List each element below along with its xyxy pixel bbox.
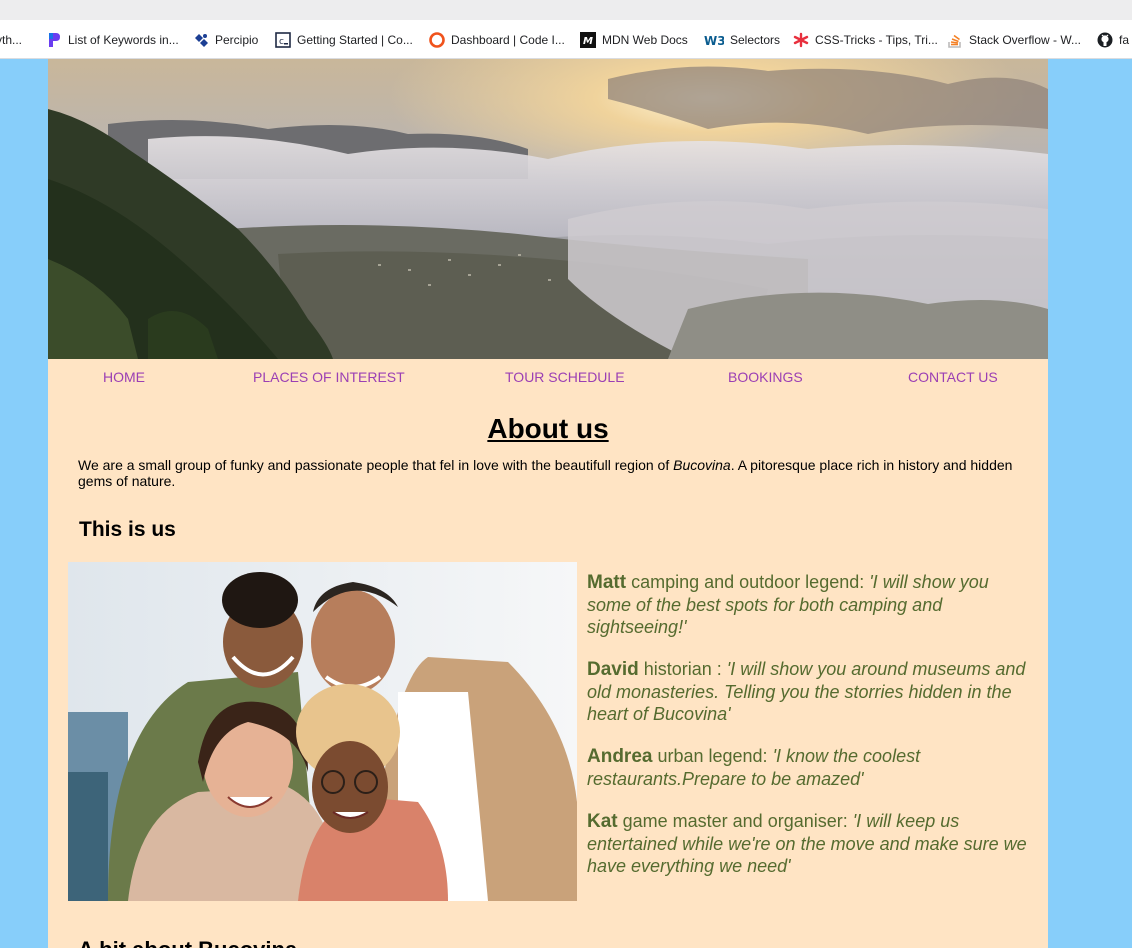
team-member-matt: Matt camping and outdoor legend: 'I will… [587,571,1027,638]
bookmark-selectors[interactable]: W3 Selectors [704,31,780,49]
member-role: game master and organiser: [617,811,853,831]
main-navigation: HOME PLACES OF INTEREST TOUR SCHEDULE BO… [48,359,1048,395]
bookmark-p-icon [46,32,62,48]
github-icon [1097,32,1113,48]
bookmark-label: MDN Web Docs [602,33,688,47]
dashboard-icon [429,32,445,48]
bookmark-github[interactable]: fa [1097,31,1129,49]
bookmark-stackoverflow[interactable]: Stack Overflow - W... [947,31,1081,49]
bookmark-getting-started[interactable]: c Getting Started | Co... [275,31,413,49]
hero-banner-image [48,59,1048,359]
team-member-david: David historian : 'I will show you aroun… [587,658,1027,725]
bookmark-label: Percipio [215,33,259,47]
nav-tour-schedule-link[interactable]: TOUR SCHEDULE [505,369,625,385]
nav-contact-us-link[interactable]: CONTACT US [908,369,998,385]
svg-text:W3: W3 [704,34,724,47]
w3schools-icon: W3 [704,32,724,48]
member-role: historian : [638,659,727,679]
region-name: Bucovina [673,457,731,473]
bookmarks-bar: yth... List of Keywords in... Percipio c… [0,20,1132,59]
bookmark-python[interactable]: yth... [0,31,22,49]
team-member-kat: Kat game master and organiser: 'I will k… [587,810,1027,877]
bookmark-label: Stack Overflow - W... [969,33,1082,47]
about-text-part: We are a small group of funky and passio… [78,457,674,473]
nav-places-of-interest-link[interactable]: PLACES OF INTEREST [253,369,405,385]
percipio-icon [193,32,209,48]
team-group-photo [68,562,577,901]
member-name: Andrea [587,746,653,767]
bookmark-label: Dashboard | Code I... [451,33,565,47]
about-us-paragraph: We are a small group of funky and passio… [78,457,1023,489]
mdn-icon: M [580,32,596,48]
bookmark-label: Selectors [730,33,781,47]
nav-home-link[interactable]: HOME [103,369,145,385]
stackoverflow-icon [947,32,963,48]
bookmark-dashboard[interactable]: Dashboard | Code I... [429,31,565,49]
member-name: Matt [587,572,627,593]
this-is-us-heading: This is us [79,518,176,541]
member-name: Kat [587,811,618,832]
about-us-heading: About us [487,413,609,444]
bookmark-label: fa [1119,33,1130,47]
svg-text:M: M [583,36,593,47]
css-tricks-icon [793,32,809,48]
bookmark-percipio[interactable]: Percipio [193,31,258,49]
member-role: camping and outdoor legend: [626,572,870,592]
bookmark-label: Getting Started | Co... [297,33,413,47]
svg-text:c: c [279,37,284,47]
bookmark-css-tricks[interactable]: CSS-Tricks - Tips, Tri... [793,31,938,49]
page-content: HOME PLACES OF INTEREST TOUR SCHEDULE BO… [48,59,1048,948]
bucovina-section-heading: A bit about Bucovina [78,937,297,948]
bookmark-label: List of Keywords in... [68,33,179,47]
bookmark-label: yth... [0,33,23,47]
team-member-andrea: Andrea urban legend: 'I know the coolest… [587,745,1027,790]
member-role: urban legend: [652,746,773,766]
nav-bookings-link[interactable]: BOOKINGS [728,369,803,385]
member-name: David [587,659,639,680]
bookmark-list-of-keywords[interactable]: List of Keywords in... [46,31,179,49]
bookmark-mdn[interactable]: M MDN Web Docs [580,31,688,49]
browser-top-strip [0,0,1132,20]
team-members-list: Matt camping and outdoor legend: 'I will… [587,571,1027,897]
codecademy-icon: c [275,32,291,48]
bookmark-label: CSS-Tricks - Tips, Tri... [815,33,938,47]
